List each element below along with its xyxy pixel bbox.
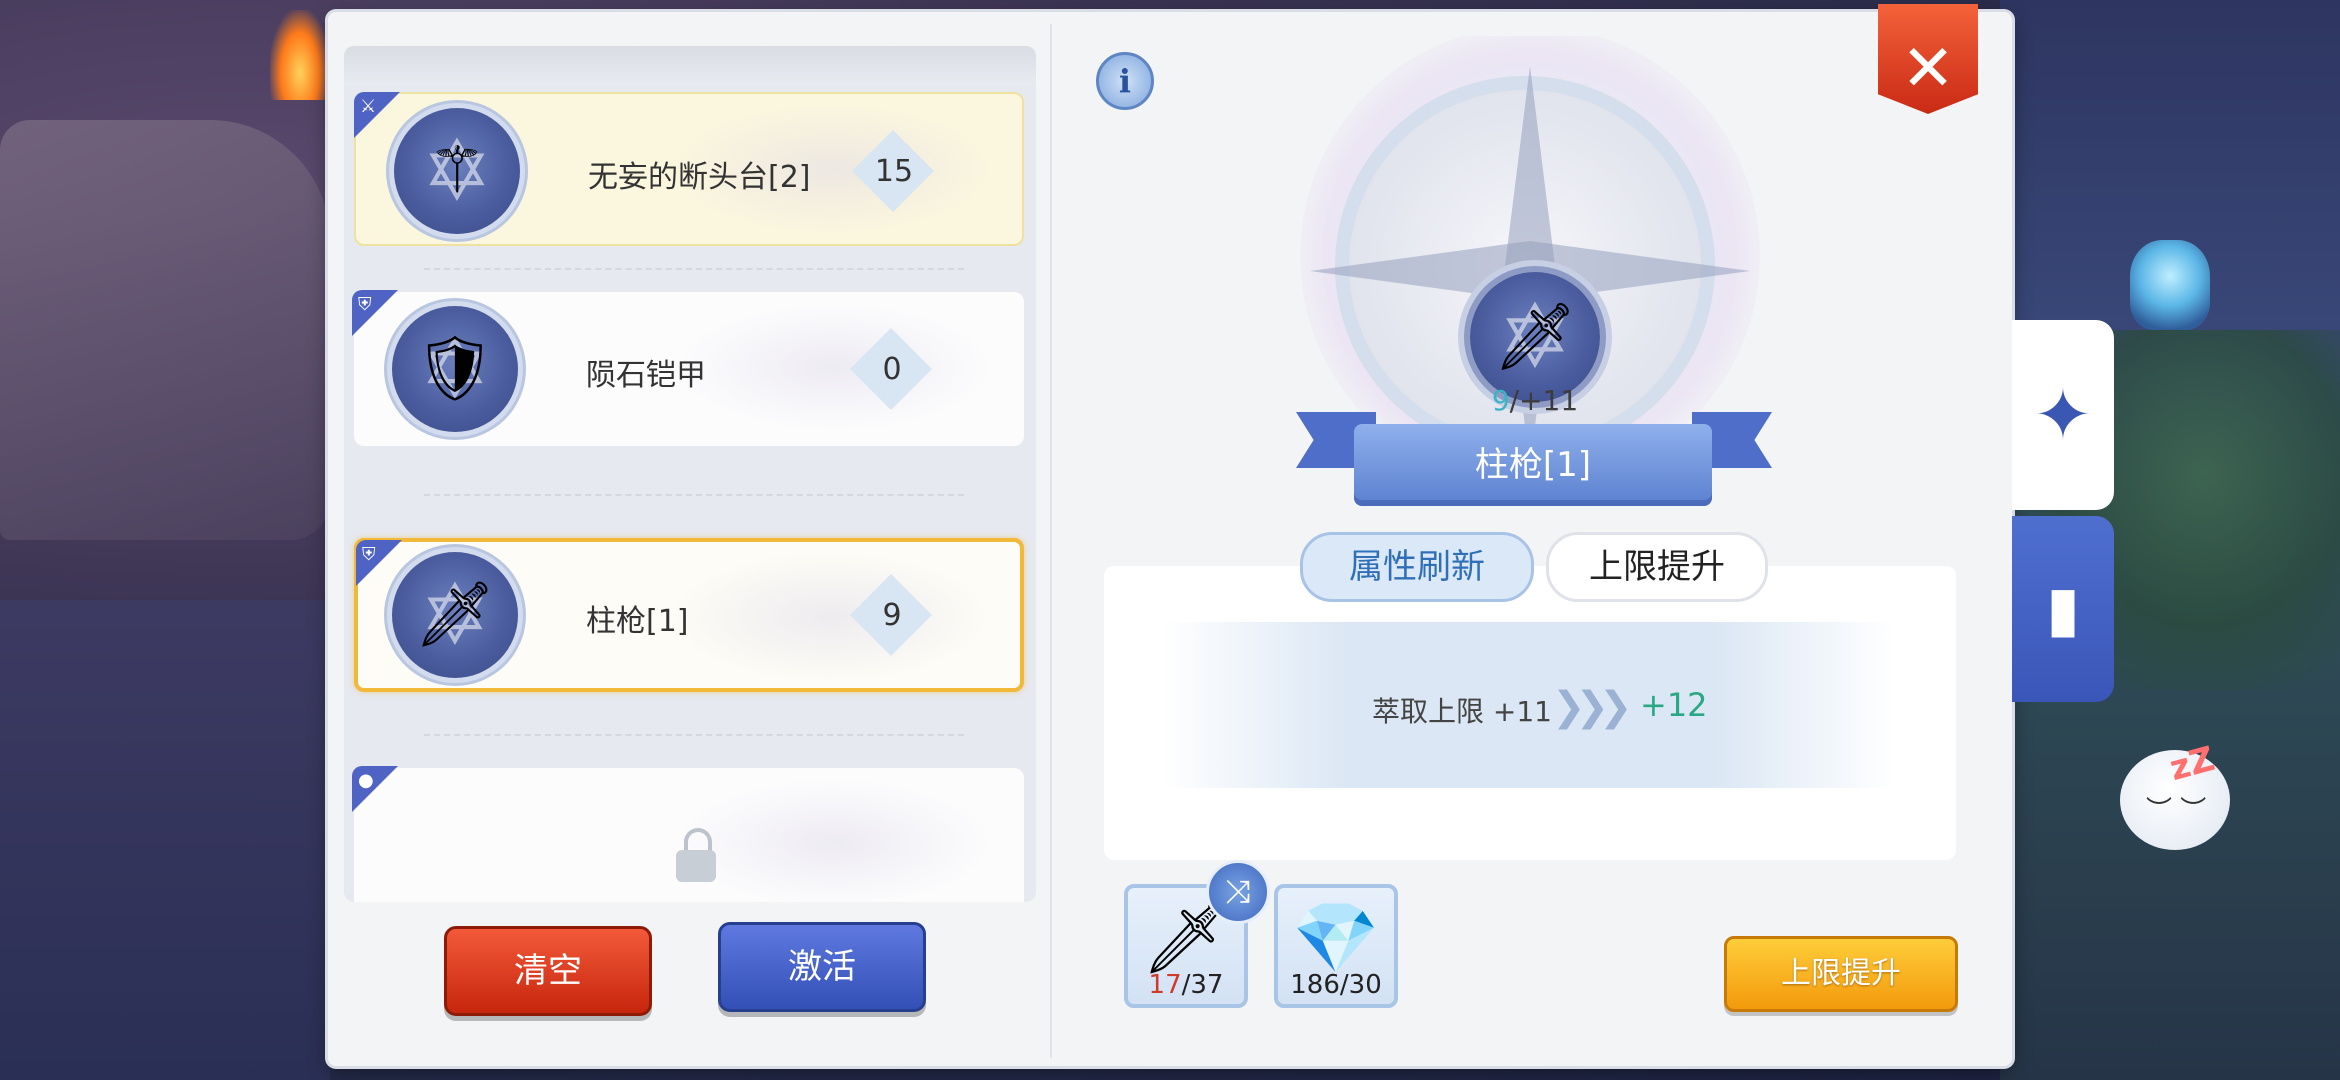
scythe-icon: ⚚ [428, 134, 486, 208]
shield-icon: ⛨ [358, 294, 372, 315]
equipment-slot-locked[interactable]: ● [352, 766, 1024, 902]
side-tab-compass[interactable]: ✦ [2012, 320, 2114, 510]
side-tab-book[interactable]: ▮ [2012, 516, 2114, 702]
current-level: 9 [1491, 384, 1510, 417]
enchant-level: 9/+11 [1470, 384, 1600, 417]
equipment-list[interactable]: ⚔ ✡ ⚚ 无妄的断头台[2] 15 ⛨ ✡ 🛡 陨石铠甲 0 ⛨ ✡ 🗡 柱枪… [344, 46, 1036, 902]
activate-button[interactable]: 激活 [718, 922, 926, 1012]
tab-cap-upgrade[interactable]: 上限提升 [1546, 532, 1768, 602]
extract-cap-label: 萃取上限 +11 [1372, 695, 1552, 728]
material-count: 186/30 [1290, 970, 1382, 1000]
background-rock [0, 120, 330, 540]
equipment-item-selected[interactable]: ⛨ ✡ 🗡 柱枪[1] 9 [354, 538, 1024, 692]
cap-upgrade-button[interactable]: 上限提升 [1724, 936, 1958, 1012]
result-panel: 萃取上限 +11 ❯❯❯ +12 [1104, 566, 1956, 860]
slot-badge: ● [352, 766, 398, 812]
compass-icon: ✦ [2033, 374, 2093, 456]
clear-button[interactable]: 清空 [444, 926, 652, 1016]
shield-icon: ⛨ [362, 544, 376, 565]
circle-icon: ● [358, 770, 374, 791]
sword-icon: ⚔ [360, 96, 377, 117]
lock-icon [676, 828, 716, 884]
item-level-badge: 9 [849, 573, 933, 657]
panel-divider [1050, 24, 1052, 1058]
item-level: 15 [874, 154, 914, 189]
equipment-icon: ✡ 🗡 [392, 552, 518, 678]
material-count: 17/37 [1148, 970, 1224, 1000]
item-level: 9 [882, 598, 902, 633]
shuffle-icon[interactable]: ⤨ [1206, 860, 1270, 924]
item-level-badge: 0 [849, 327, 933, 411]
equipment-item[interactable]: ⛨ ✡ 🛡 陨石铠甲 0 [352, 290, 1024, 446]
selected-equipment-icon: ✡ 🗡 [1470, 272, 1600, 402]
blade-icon: 🗡 [414, 578, 496, 652]
equipment-icon: ✡ 🛡 [392, 306, 518, 432]
item-level: 0 [882, 352, 902, 387]
info-icon[interactable]: i [1096, 52, 1154, 110]
material-slot[interactable]: 💎 186/30 [1274, 884, 1398, 1008]
item-name: 柱枪[1] [586, 604, 689, 639]
equipment-item[interactable]: ⚔ ✡ ⚚ 无妄的断头台[2] 15 [354, 92, 1024, 246]
arrow-right-icon: ❯❯❯ [1552, 684, 1632, 730]
item-separator [424, 268, 964, 270]
book-icon: ▮ [2045, 572, 2081, 645]
item-watermark [674, 778, 994, 902]
armor-icon: 🛡 [414, 332, 496, 406]
item-name: 陨石铠甲 [586, 358, 706, 393]
equipment-icon: ✡ ⚚ [394, 108, 520, 234]
pet-face: ︶ ︶ [2146, 796, 2207, 826]
item-level-badge: 15 [851, 129, 935, 213]
item-watermark [674, 302, 994, 432]
item-watermark [670, 552, 990, 682]
background-ground [0, 600, 330, 1080]
item-name-ribbon: 柱枪[1] [1354, 424, 1712, 506]
background-torch-fire [270, 10, 330, 100]
item-separator [424, 734, 964, 736]
extract-cap-new-value: +12 [1640, 686, 1708, 724]
background-crystal [2130, 240, 2210, 330]
tab-attribute-refresh[interactable]: 属性刷新 [1300, 532, 1534, 602]
list-top-edge [344, 46, 1036, 86]
cap-level: /+11 [1509, 384, 1579, 417]
item-name: 无妄的断头台[2] [588, 160, 811, 195]
item-separator [424, 494, 964, 496]
blade-icon: 🗡 [1493, 298, 1577, 375]
